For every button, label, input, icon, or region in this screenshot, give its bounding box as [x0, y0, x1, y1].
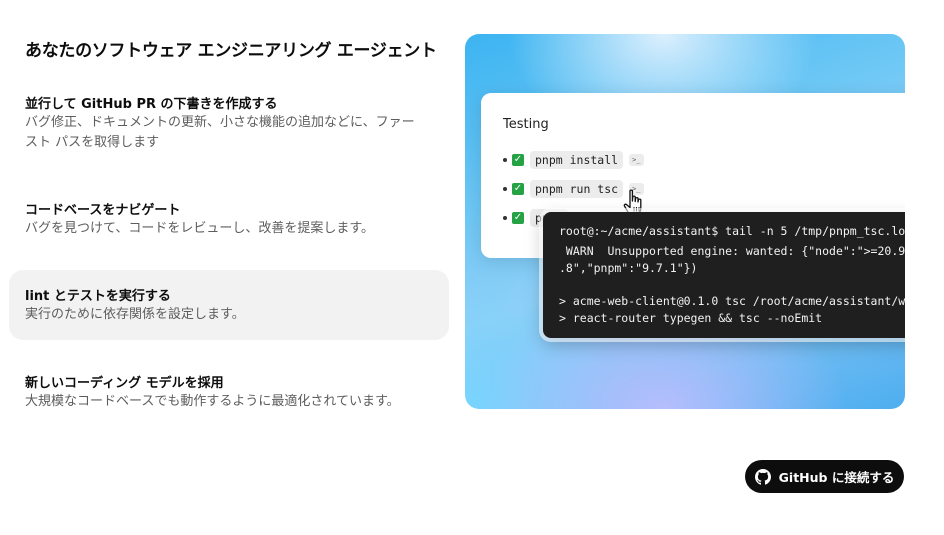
test-item: ✓ pnpm install >_	[503, 149, 644, 171]
page-title: あなたのソフトウェア エンジニアリング エージェント	[25, 41, 437, 61]
feature-illustration: Testing ✓ pnpm install >_ ✓ pnpm run tsc…	[465, 34, 905, 409]
terminal-line: > react-router typegen && tsc --noEmit	[559, 311, 823, 325]
connect-github-label: GitHub に接続する	[778, 470, 895, 485]
feature-title: lint とテストを実行する	[25, 289, 171, 304]
feature-title: 新しいコーディング モデルを採用	[25, 376, 224, 391]
feature-item-coding-model[interactable]: 新しいコーディング モデルを採用 大規模なコードベースでも動作するように最適化さ…	[9, 375, 449, 415]
feature-item-run-lint-tests[interactable]: lint とテストを実行する 実行のために依存関係を設定します。	[9, 270, 449, 340]
terminal-icon[interactable]: >_	[629, 154, 644, 166]
feature-item-draft-pr[interactable]: 並行して GitHub PR の下書きを作成する バグ修正、ドキュメントの更新、…	[9, 96, 449, 158]
terminal-line: > acme-web-client@0.1.0 tsc /root/acme/a…	[559, 294, 905, 308]
test-command: pnpm install	[530, 151, 624, 169]
terminal-line: .8","pnpm":"9.7.1"})	[559, 261, 698, 275]
checkmark-icon: ✓	[512, 183, 524, 195]
feature-description: バグ修正、ドキュメントの更新、小さな機能の追加などに、ファースト パスを取得しま…	[25, 115, 415, 150]
testing-card-title: Testing	[503, 117, 549, 132]
feature-title: 並行して GitHub PR の下書きを作成する	[25, 97, 278, 112]
connect-github-button[interactable]: GitHub に接続する	[745, 460, 904, 493]
test-command: pnpm run tsc	[530, 180, 624, 198]
checkmark-icon: ✓	[512, 212, 524, 224]
feature-item-navigate-codebase[interactable]: コードベースをナビゲート バグを見つけて、コードをレビューし、改善を提案します。	[9, 202, 449, 242]
bullet-icon	[503, 187, 507, 191]
bullet-icon	[503, 216, 507, 220]
terminal-line: root@:~/acme/assistant$ tail -n 5 /tmp/p…	[559, 224, 905, 238]
terminal-output: root@:~/acme/assistant$ tail -n 5 /tmp/p…	[543, 212, 905, 338]
terminal-line: WARN Unsupported engine: wanted: {"node"…	[559, 244, 905, 258]
feature-description: バグを見つけて、コードをレビューし、改善を提案します。	[25, 221, 375, 236]
feature-description: 実行のために依存関係を設定します。	[25, 307, 245, 322]
page: あなたのソフトウェア エンジニアリング エージェント 並行して GitHub P…	[0, 0, 944, 535]
feature-description: 大規模なコードベースでも動作するように最適化されています。	[25, 394, 400, 409]
bullet-icon	[503, 158, 507, 162]
checkmark-icon: ✓	[512, 154, 524, 166]
github-icon	[754, 468, 771, 485]
feature-title: コードベースをナビゲート	[25, 203, 181, 218]
